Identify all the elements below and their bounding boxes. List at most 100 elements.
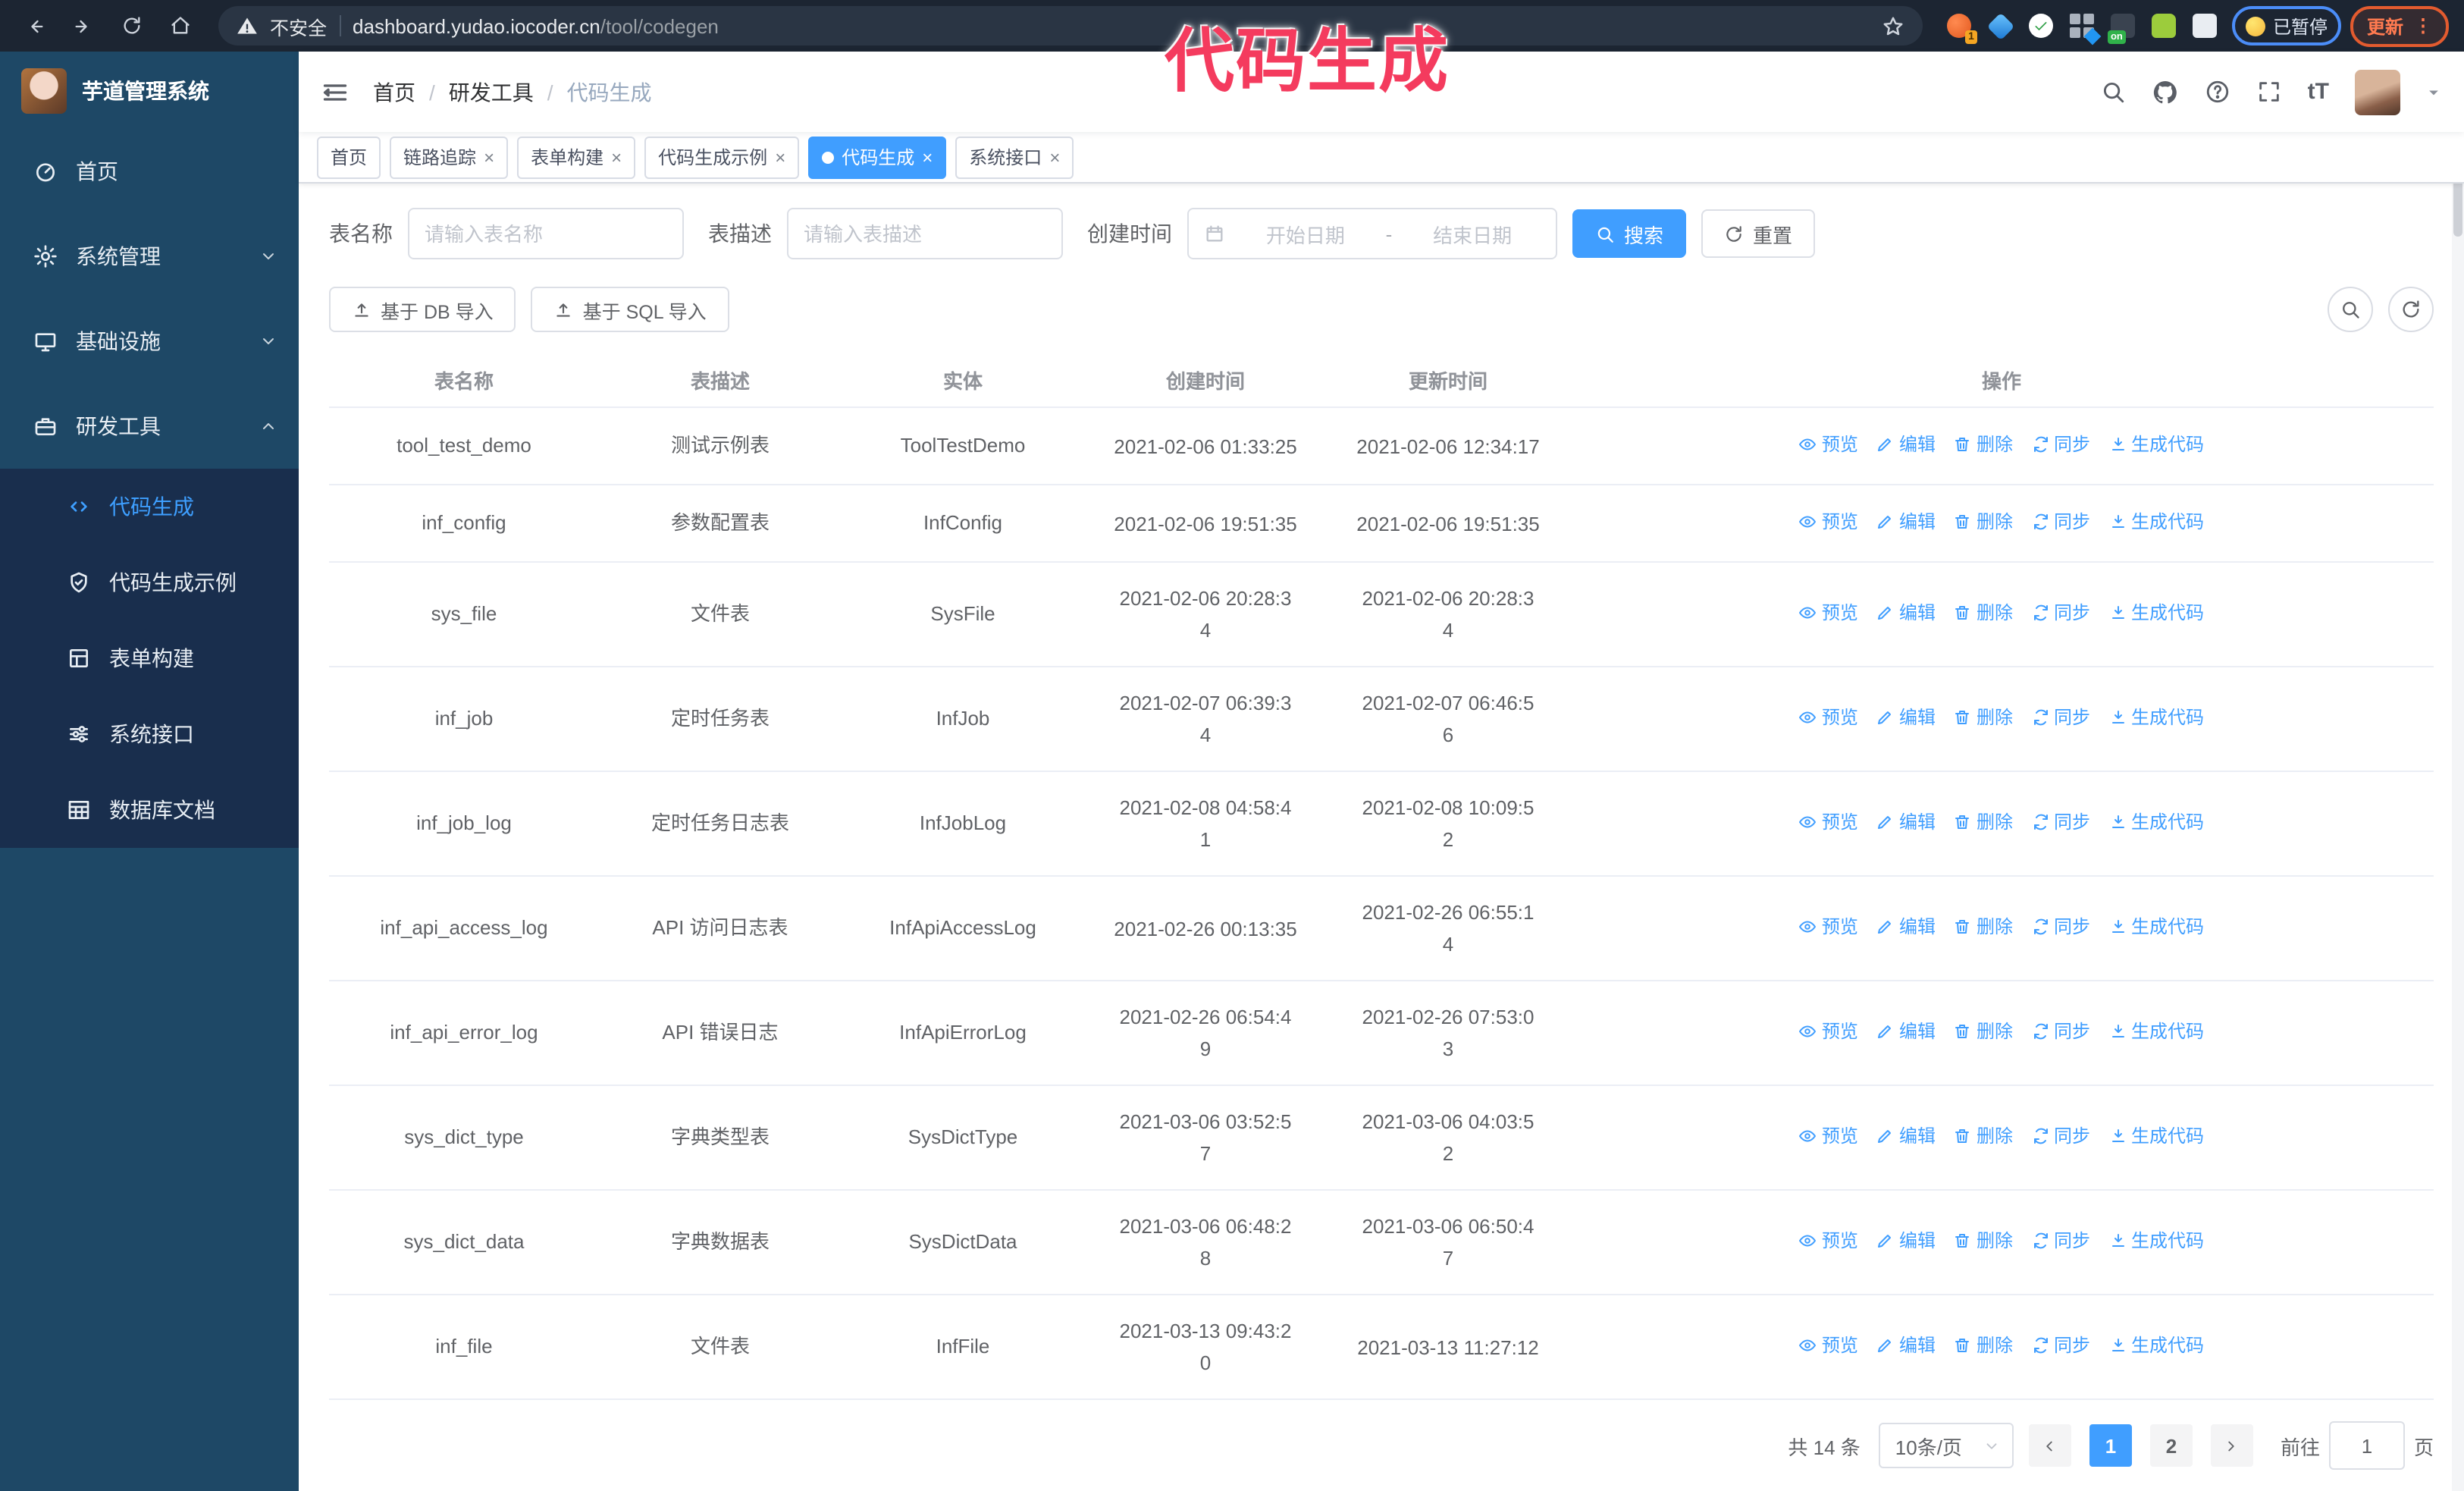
delete-link[interactable]: 删除 [1954, 1224, 2013, 1257]
preview-link[interactable]: 预览 [1799, 910, 1858, 943]
address-bar[interactable]: 不安全 dashboard.yudao.iocoder.cn/tool/code… [218, 6, 1923, 46]
page-size-select[interactable]: 10条/页 [1878, 1423, 2014, 1468]
delete-link[interactable]: 删除 [1954, 1119, 2013, 1153]
github-link-button[interactable] [2152, 78, 2179, 105]
extensions-puzzle-icon[interactable] [2192, 14, 2217, 38]
extension-icon-check[interactable] [2028, 14, 2053, 38]
generate-code-link[interactable]: 生成代码 [2108, 596, 2204, 629]
preview-link[interactable]: 预览 [1799, 428, 1858, 461]
generate-code-link[interactable]: 生成代码 [2108, 701, 2204, 734]
breadcrumb-home[interactable]: 首页 [373, 77, 415, 107]
preview-link[interactable]: 预览 [1799, 1119, 1858, 1153]
edit-link[interactable]: 编辑 [1876, 428, 1936, 461]
preview-link[interactable]: 预览 [1799, 1015, 1858, 1048]
sidebar-item-system-api[interactable]: 系统接口 [0, 696, 299, 772]
tab-home[interactable]: 首页 [317, 136, 381, 178]
sync-link[interactable]: 同步 [2031, 1119, 2090, 1153]
preview-link[interactable]: 预览 [1799, 1224, 1858, 1257]
sync-link[interactable]: 同步 [2031, 596, 2090, 629]
sync-link[interactable]: 同步 [2031, 1329, 2090, 1362]
sync-link[interactable]: 同步 [2031, 701, 2090, 734]
generate-code-link[interactable]: 生成代码 [2108, 505, 2204, 538]
extension-icon-orange[interactable]: 1 [1946, 14, 1977, 44]
delete-link[interactable]: 删除 [1954, 910, 2013, 943]
table-name-input[interactable] [408, 208, 684, 259]
preview-link[interactable]: 预览 [1799, 505, 1858, 538]
browser-update-button[interactable]: 更新 ⋮ [2350, 5, 2449, 46]
edit-link[interactable]: 编辑 [1876, 1329, 1936, 1362]
preview-link[interactable]: 预览 [1799, 701, 1858, 734]
sidebar-collapse-button[interactable] [321, 78, 349, 105]
generate-code-link[interactable]: 生成代码 [2108, 1224, 2204, 1257]
sidebar-item-codegen-example[interactable]: 代码生成示例 [0, 545, 299, 620]
close-icon[interactable]: × [775, 148, 785, 166]
user-avatar[interactable] [2355, 69, 2400, 115]
edit-link[interactable]: 编辑 [1876, 701, 1936, 734]
sidebar-item-system[interactable]: 系统管理 [0, 214, 299, 299]
start-date-placeholder[interactable]: 开始日期 [1237, 219, 1374, 248]
search-button[interactable]: 搜索 [1572, 209, 1687, 258]
delete-link[interactable]: 删除 [1954, 596, 2013, 629]
font-size-button[interactable]: tT [2308, 79, 2329, 105]
browser-reload-button[interactable] [112, 6, 152, 46]
edit-link[interactable]: 编辑 [1876, 505, 1936, 538]
sync-link[interactable]: 同步 [2031, 1015, 2090, 1048]
delete-link[interactable]: 删除 [1954, 805, 2013, 839]
bookmark-star-icon[interactable] [1882, 14, 1904, 37]
delete-link[interactable]: 删除 [1954, 1329, 2013, 1362]
generate-code-link[interactable]: 生成代码 [2108, 428, 2204, 461]
extension-icon-proxy[interactable]: on [2107, 14, 2135, 44]
sidebar-item-infra[interactable]: 基础设施 [0, 299, 299, 384]
refresh-table-button[interactable] [2388, 287, 2434, 332]
sync-link[interactable]: 同步 [2031, 428, 2090, 461]
close-icon[interactable]: × [1049, 148, 1060, 166]
show-search-toggle-button[interactable] [2328, 287, 2373, 332]
table-desc-input[interactable] [787, 208, 1063, 259]
close-icon[interactable]: × [922, 148, 933, 166]
page-button-1[interactable]: 1 [2089, 1424, 2132, 1467]
sidebar-item-home[interactable]: 首页 [0, 129, 299, 214]
tab-codegen-example[interactable]: 代码生成示例 × [644, 136, 800, 178]
sidebar-item-devtools[interactable]: 研发工具 [0, 384, 299, 469]
edit-link[interactable]: 编辑 [1876, 1224, 1936, 1257]
sync-link[interactable]: 同步 [2031, 1224, 2090, 1257]
browser-menu-dots-icon[interactable]: ⋮ [2414, 15, 2432, 36]
close-icon[interactable]: × [611, 148, 622, 166]
prev-page-button[interactable] [2028, 1424, 2071, 1467]
preview-link[interactable]: 预览 [1799, 596, 1858, 629]
help-doc-button[interactable] [2205, 79, 2230, 105]
browser-home-button[interactable] [161, 6, 200, 46]
delete-link[interactable]: 删除 [1954, 505, 2013, 538]
close-icon[interactable]: × [484, 148, 494, 166]
preview-link[interactable]: 预览 [1799, 1329, 1858, 1362]
reset-button[interactable]: 重置 [1701, 209, 1816, 258]
delete-link[interactable]: 删除 [1954, 701, 2013, 734]
import-db-button[interactable]: 基于 DB 导入 [329, 287, 516, 332]
end-date-placeholder[interactable]: 结束日期 [1404, 219, 1541, 248]
avatar-caret-down-icon[interactable] [2426, 84, 2441, 99]
sync-link[interactable]: 同步 [2031, 910, 2090, 943]
sidebar-item-codegen[interactable]: 代码生成 [0, 469, 299, 545]
page-button-2[interactable]: 2 [2149, 1424, 2193, 1467]
fullscreen-button[interactable] [2256, 79, 2282, 105]
tab-codegen[interactable]: 代码生成 × [808, 136, 947, 178]
paused-extension-pill[interactable]: 已暂停 [2231, 6, 2341, 46]
next-page-button[interactable] [2210, 1424, 2253, 1467]
delete-link[interactable]: 删除 [1954, 1015, 2013, 1048]
header-search-button[interactable] [2100, 79, 2126, 105]
tab-system-api[interactable]: 系统接口 × [955, 136, 1074, 178]
tab-form-builder[interactable]: 表单构建 × [517, 136, 636, 178]
generate-code-link[interactable]: 生成代码 [2108, 910, 2204, 943]
delete-link[interactable]: 删除 [1954, 428, 2013, 461]
generate-code-link[interactable]: 生成代码 [2108, 805, 2204, 839]
sidebar-item-db-doc[interactable]: 数据库文档 [0, 772, 299, 848]
edit-link[interactable]: 编辑 [1876, 596, 1936, 629]
breadcrumb-devtools[interactable]: 研发工具 [449, 77, 534, 107]
goto-page-input[interactable] [2328, 1421, 2405, 1470]
sync-link[interactable]: 同步 [2031, 505, 2090, 538]
edit-link[interactable]: 编辑 [1876, 805, 1936, 839]
sync-link[interactable]: 同步 [2031, 805, 2090, 839]
browser-forward-button[interactable] [64, 6, 103, 46]
extension-icon-grid[interactable] [2069, 14, 2102, 46]
generate-code-link[interactable]: 生成代码 [2108, 1015, 2204, 1048]
